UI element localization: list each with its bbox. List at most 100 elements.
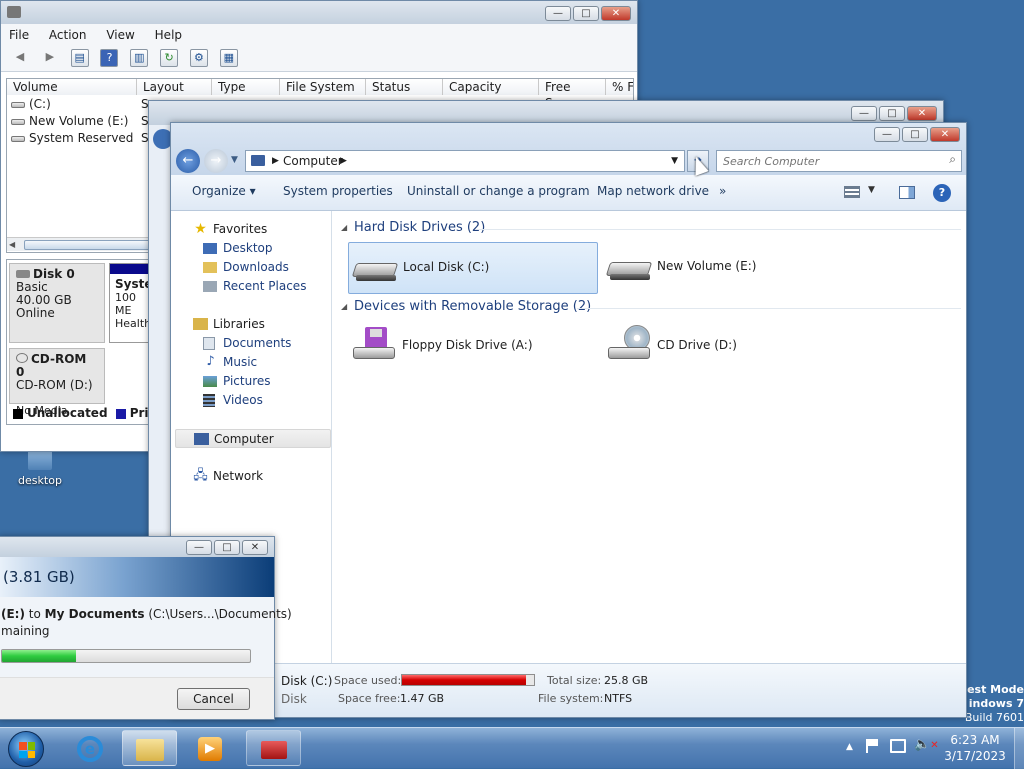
nav-music[interactable]: ♪ Music [171, 353, 328, 372]
search-input[interactable] [721, 153, 931, 169]
refresh-icon[interactable]: ↻ [160, 49, 179, 67]
show-hide-console-icon[interactable]: ▤ [70, 49, 89, 67]
minimize-button[interactable]: — [874, 127, 900, 142]
volume-muted-icon[interactable]: 🔈✕ [914, 737, 939, 752]
menu-action[interactable]: Action [41, 24, 95, 46]
copy-dialog-titlebar[interactable]: — □ ✕ [0, 537, 274, 557]
nav-recent-places[interactable]: Recent Places [171, 277, 328, 296]
collapse-arrow-icon[interactable]: ◢ [341, 223, 347, 232]
network-tray-icon[interactable] [890, 739, 906, 753]
recent-places-icon [203, 281, 217, 292]
help-icon[interactable]: ? [933, 184, 951, 202]
close-button[interactable]: ✕ [907, 106, 937, 121]
computer-explorer-window: — □ ✕ ← → ▼ ▶ Computer ▶ ▼ ➜ ⌕ Organize … [170, 122, 967, 718]
drive-item-c[interactable]: Local Disk (C:) [348, 242, 598, 294]
maximize-button[interactable]: □ [902, 127, 928, 142]
system-properties-button[interactable]: System properties [283, 175, 393, 207]
menu-view[interactable]: View [98, 24, 142, 46]
preview-pane-icon[interactable] [899, 186, 915, 199]
nav-downloads[interactable]: Downloads [171, 258, 328, 277]
cdrom0-info[interactable]: CD-ROM 0 CD-ROM (D:) No Media [9, 348, 105, 417]
change-view-icon[interactable] [844, 186, 860, 198]
column-free-space[interactable]: Free Space [539, 79, 606, 110]
taskbar-windows-explorer[interactable] [122, 730, 177, 766]
search-box[interactable]: ⌕ [716, 150, 962, 172]
address-dropdown-icon[interactable]: ▼ [671, 151, 678, 171]
copy-size-text: (3.81 GB) [3, 568, 75, 586]
drive-item-e[interactable]: New Volume (E:) [603, 242, 853, 294]
nav-desktop[interactable]: Desktop [171, 239, 328, 258]
start-button[interactable] [8, 731, 44, 767]
nav-documents[interactable]: Documents [171, 334, 328, 353]
rescan-disks-icon[interactable]: ▦ [219, 49, 238, 67]
close-button[interactable]: ✕ [242, 540, 268, 555]
close-button[interactable]: ✕ [601, 6, 631, 21]
address-bar[interactable]: ▶ Computer ▶ ▼ [245, 150, 685, 172]
copy-progress-dialog: — □ ✕ (3.81 GB) (E:) to My Documents (C:… [0, 536, 292, 720]
show-desktop-button[interactable] [1014, 728, 1024, 769]
taskbar-internet-explorer[interactable]: e [64, 731, 119, 767]
nav-network[interactable]: 🖧 Network [171, 467, 328, 486]
forward-button[interactable]: → [204, 149, 228, 173]
drive-item-d[interactable]: CD Drive (D:) [603, 321, 853, 373]
recent-pages-dropdown-icon[interactable]: ▼ [231, 155, 238, 165]
column-capacity[interactable]: Capacity [443, 79, 539, 95]
show-hidden-icons-button[interactable]: ▲ [846, 742, 853, 752]
column-status[interactable]: Status [366, 79, 443, 95]
back-button[interactable]: ← [176, 149, 200, 173]
breadcrumb-arrow-icon[interactable]: ▶ [272, 151, 279, 171]
uninstall-program-button[interactable]: Uninstall or change a program [407, 175, 590, 207]
minimize-button[interactable]: — [851, 106, 877, 121]
nav-favorites[interactable]: ★ Favorites [171, 220, 328, 239]
details-pane: Disk (C:) Disk Space used: Space free: 1… [171, 663, 966, 717]
more-commands-button[interactable]: » [719, 175, 726, 207]
nav-computer[interactable]: Computer [175, 429, 331, 448]
windows-logo-icon [19, 742, 35, 758]
nav-videos[interactable]: Videos [171, 391, 328, 410]
group-header-hard-disks[interactable]: ◢ Hard Disk Drives (2) [341, 220, 961, 238]
action-center-flag-icon[interactable] [866, 739, 880, 753]
properties-icon[interactable]: ▥ [130, 49, 149, 67]
disk0-info[interactable]: Disk 0 Basic 40.00 GB Online [9, 263, 105, 343]
maximize-button[interactable]: □ [573, 6, 599, 21]
breadcrumb-arrow-icon[interactable]: ▶ [340, 151, 347, 171]
minimize-button[interactable]: — [186, 540, 212, 555]
clock[interactable]: 6:23 AM 3/17/2023 [940, 732, 1010, 764]
copy-dialog-footer: Cancel [0, 677, 274, 719]
back-arrow-icon[interactable]: ◀ [11, 49, 29, 67]
disk-mgmt-titlebar[interactable]: — □ ✕ [1, 1, 637, 25]
forward-arrow-icon[interactable]: ▶ [41, 49, 59, 67]
search-icon[interactable]: ⌕ [949, 152, 956, 167]
column-percent-free[interactable]: % Fr [606, 79, 633, 95]
menu-help[interactable]: Help [147, 24, 190, 46]
column-type[interactable]: Type [212, 79, 280, 95]
organize-menu[interactable]: Organize ▾ [192, 175, 256, 207]
view-dropdown-icon[interactable]: ▼ [868, 185, 875, 195]
breadcrumb-computer[interactable]: Computer [283, 151, 343, 171]
column-file-system[interactable]: File System [280, 79, 366, 95]
maximize-button[interactable]: □ [879, 106, 905, 121]
map-network-drive-button[interactable]: Map network drive [597, 175, 709, 207]
cancel-button[interactable]: Cancel [177, 688, 250, 710]
column-layout[interactable]: Layout [137, 79, 212, 95]
settings-icon[interactable]: ⚙ [189, 49, 208, 67]
menu-file[interactable]: File [1, 24, 37, 46]
nav-pictures[interactable]: Pictures [171, 372, 328, 391]
explorer-titlebar[interactable]: — □ ✕ ← → ▼ ▶ Computer ▶ ▼ ➜ ⌕ [171, 123, 966, 175]
close-button[interactable]: ✕ [930, 127, 960, 142]
column-volume[interactable]: Volume [7, 79, 137, 95]
scroll-thumb[interactable] [24, 240, 154, 250]
maximize-button[interactable]: □ [214, 540, 240, 555]
scroll-left-arrow[interactable]: ◀ [9, 239, 21, 250]
taskbar-media-player[interactable]: ▶ [184, 731, 239, 767]
collapse-arrow-icon[interactable]: ◢ [341, 302, 347, 311]
drive-item-a[interactable]: Floppy Disk Drive (A:) [348, 321, 598, 373]
desktop-shortcut[interactable]: desktop [12, 450, 68, 490]
group-divider [479, 229, 961, 230]
taskbar-disk-management[interactable] [246, 730, 301, 766]
help-icon[interactable]: ? [100, 49, 119, 67]
group-header-removable[interactable]: ◢ Devices with Removable Storage (2) [341, 299, 961, 317]
copy-destination[interactable]: My Documents [45, 607, 145, 621]
nav-libraries[interactable]: Libraries [171, 315, 328, 334]
minimize-button[interactable]: — [545, 6, 571, 21]
